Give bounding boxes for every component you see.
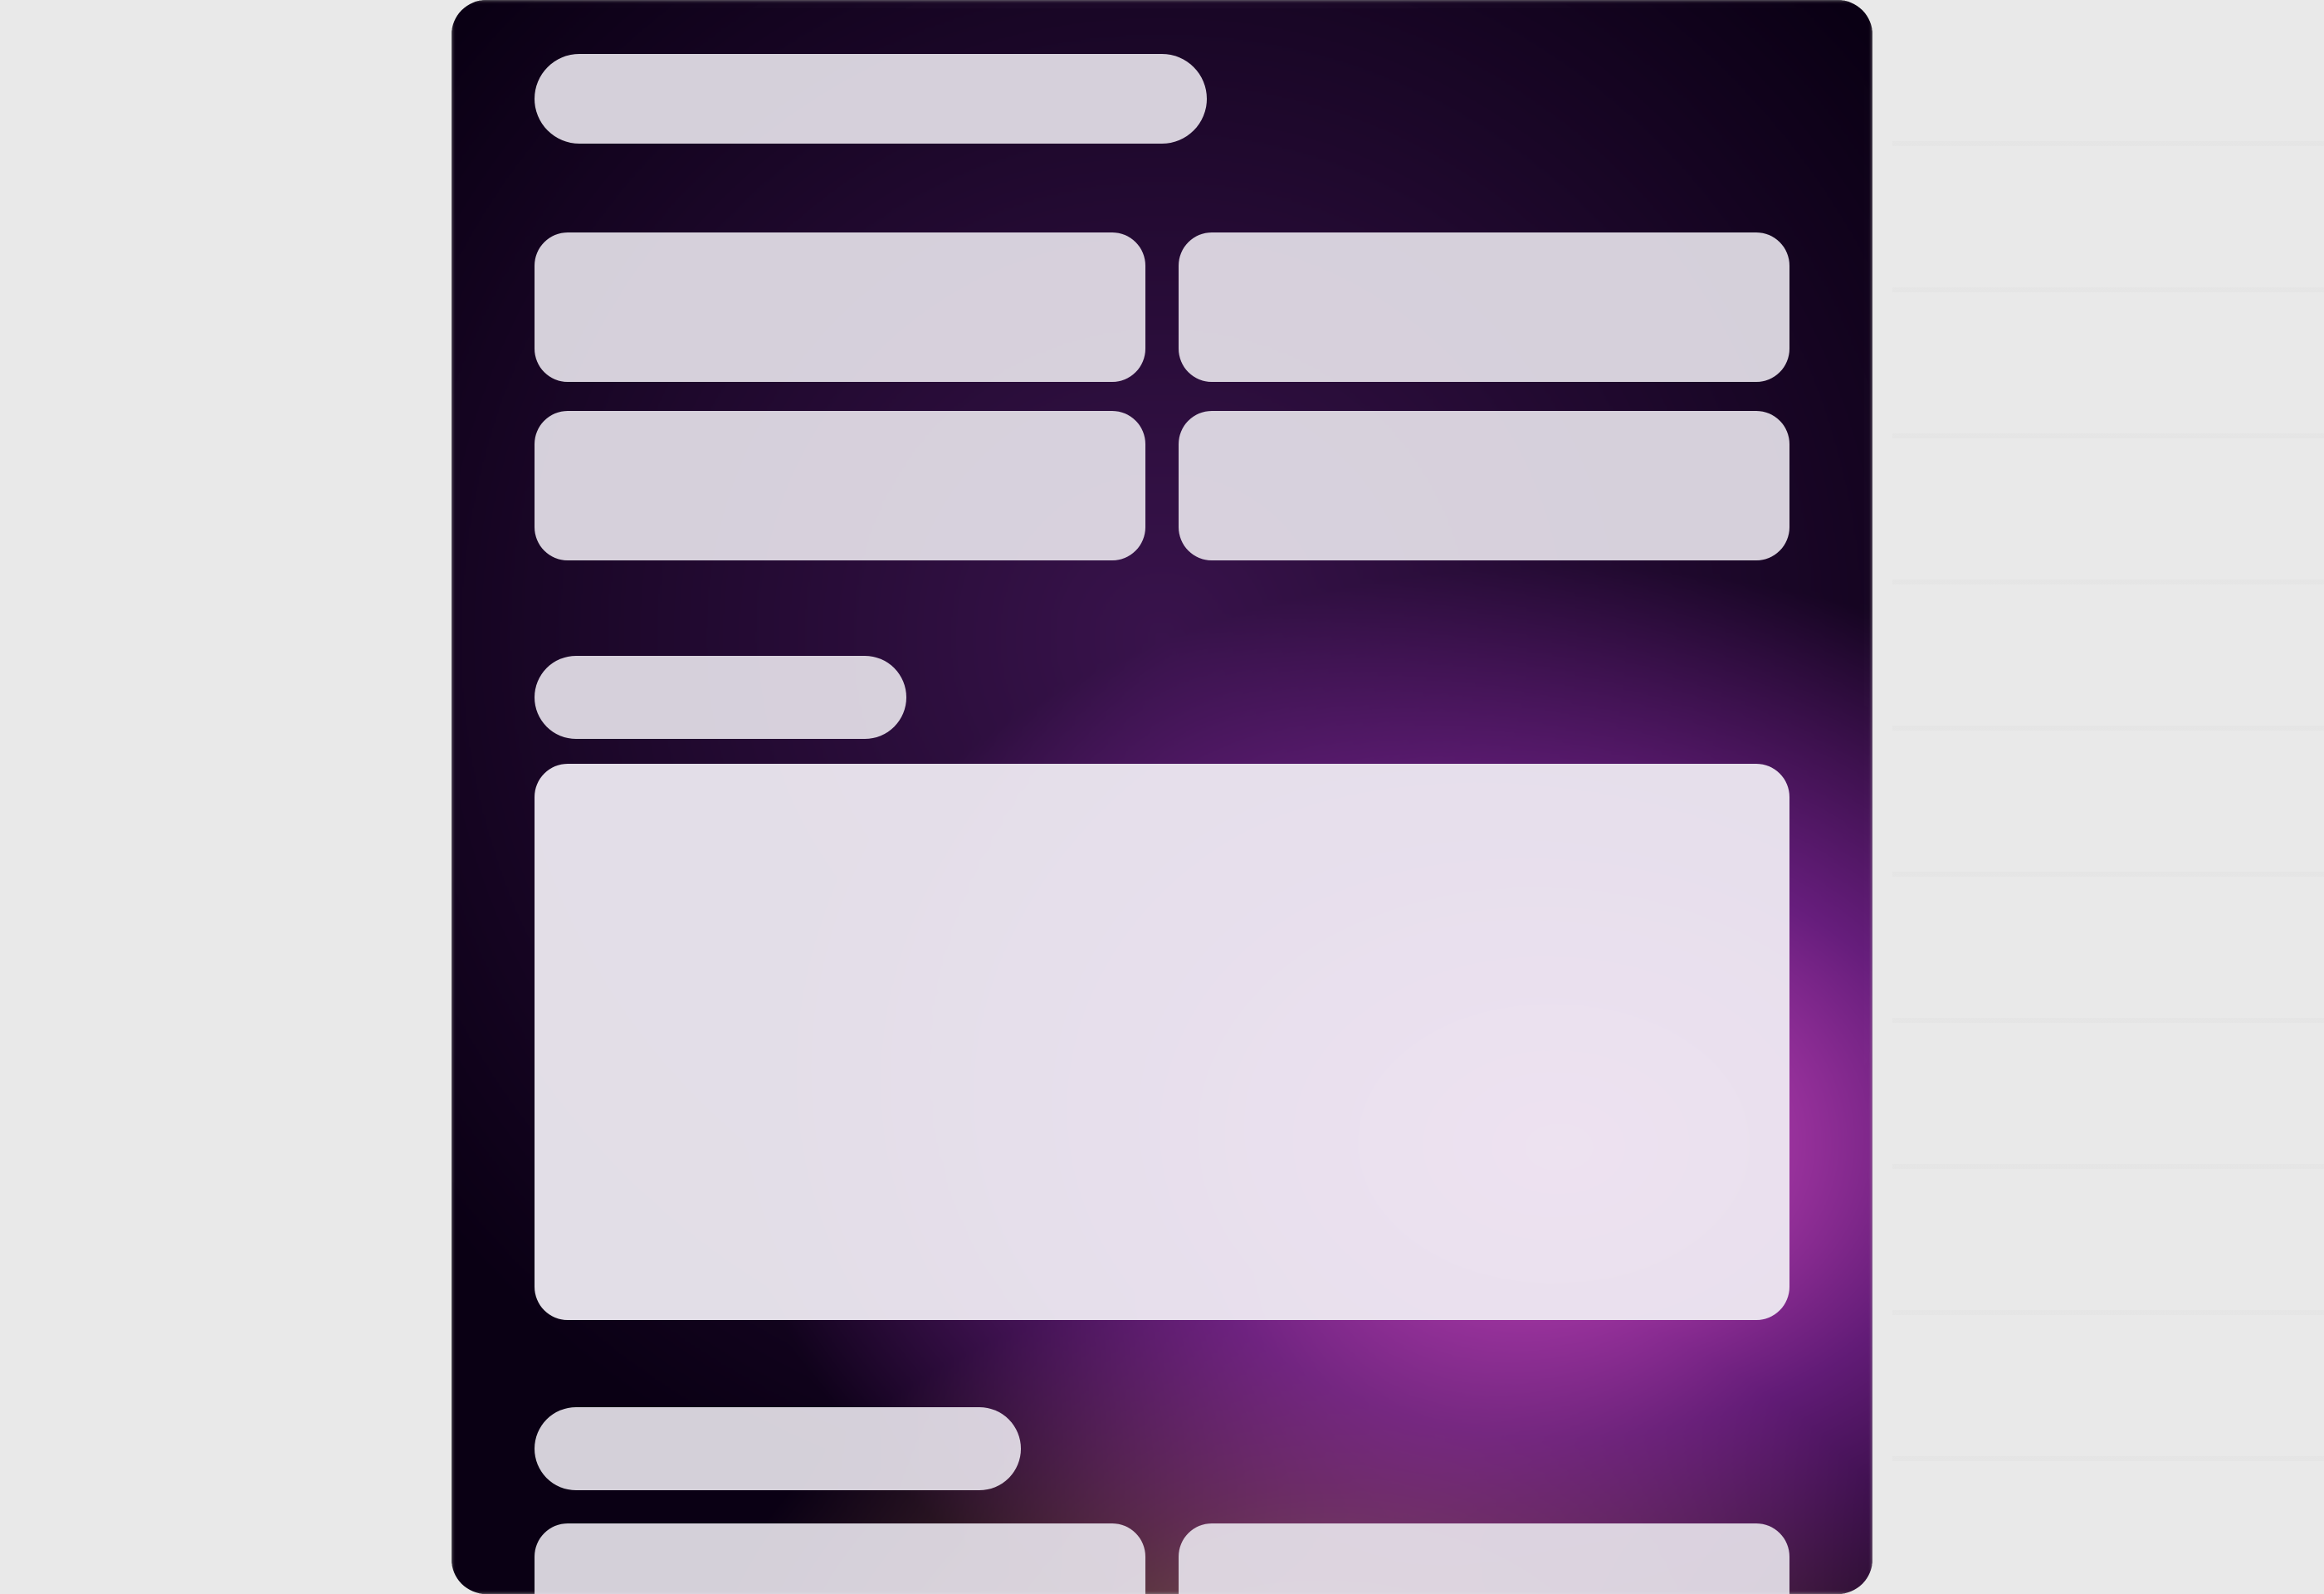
card-placeholder[interactable] — [535, 1523, 1145, 1594]
card-placeholder[interactable] — [1179, 411, 1789, 560]
content-column — [535, 0, 1789, 1594]
section-header-pill — [535, 656, 906, 739]
section-header-pill — [535, 1407, 1021, 1490]
large-panel-placeholder[interactable] — [535, 764, 1789, 1320]
card-placeholder[interactable] — [1179, 232, 1789, 382]
card-placeholder[interactable] — [535, 411, 1145, 560]
card-placeholder[interactable] — [535, 232, 1145, 382]
card-placeholder[interactable] — [1179, 1523, 1789, 1594]
page — [0, 0, 2324, 1594]
device-mock-frame — [452, 0, 1872, 1594]
section-header-pill — [535, 54, 1207, 144]
